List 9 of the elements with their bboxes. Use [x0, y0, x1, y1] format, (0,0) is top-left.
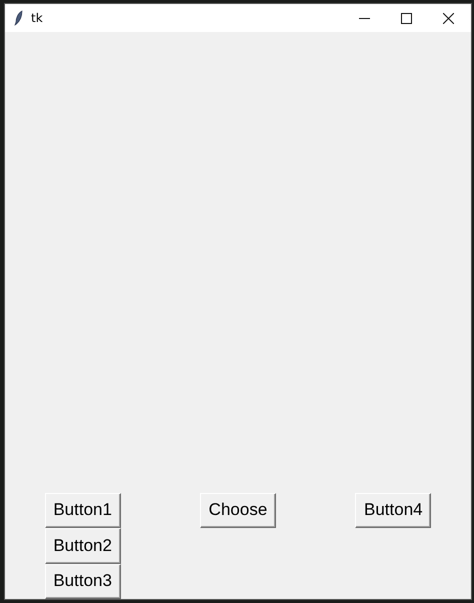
maximize-icon[interactable]	[401, 12, 412, 24]
push-button[interactable]: Button1	[44, 492, 121, 528]
window-title: tk	[31, 11, 43, 25]
push-button[interactable]: Button4	[355, 492, 432, 528]
push-button[interactable]: Choose	[200, 492, 276, 528]
close-icon[interactable]	[443, 12, 454, 24]
push-button[interactable]: Button3	[44, 564, 121, 599]
push-button[interactable]: Button2	[44, 528, 121, 564]
feather-icon	[14, 10, 24, 26]
